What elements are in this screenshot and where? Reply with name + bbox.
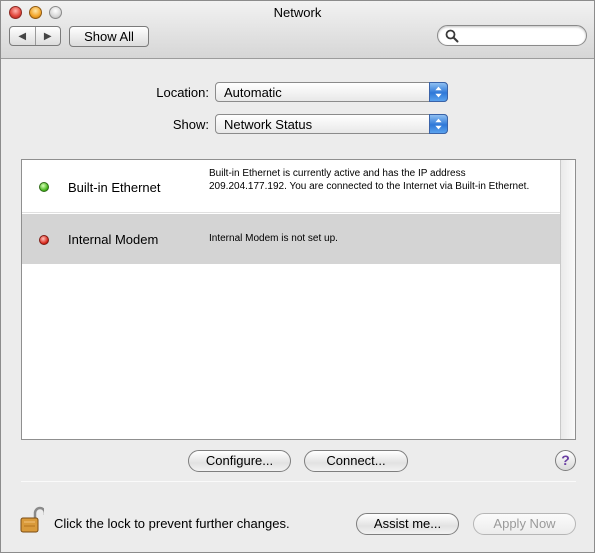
location-popup[interactable]: Automatic xyxy=(215,82,448,102)
status-active-icon xyxy=(39,182,49,192)
lock-message: Click the lock to prevent further change… xyxy=(54,516,290,531)
service-name: Built-in Ethernet xyxy=(68,180,161,195)
back-button[interactable]: ◀ xyxy=(10,27,35,45)
chevron-right-icon: ▶ xyxy=(43,30,52,42)
window-title: Network xyxy=(273,5,322,20)
status-inactive-icon xyxy=(39,235,49,245)
divider xyxy=(21,481,576,482)
network-preferences-window: Network ◀ ▶ Show All Location: Automatic xyxy=(0,0,595,553)
vertical-scrollbar[interactable] xyxy=(560,160,575,439)
chevron-left-icon: ◀ xyxy=(18,30,27,42)
configure-button[interactable]: Configure... xyxy=(188,450,291,472)
title-toolbar: Network ◀ ▶ Show All xyxy=(1,1,594,59)
show-all-button[interactable]: Show All xyxy=(69,26,149,47)
search-icon xyxy=(445,29,459,43)
help-button[interactable]: ? xyxy=(555,450,576,471)
service-description: Built-in Ethernet is currently active an… xyxy=(209,168,530,192)
chevron-updown-icon xyxy=(429,114,448,134)
list-item[interactable]: Built-in Ethernet Built-in Ethernet is c… xyxy=(22,160,561,213)
search-input[interactable] xyxy=(462,28,580,43)
show-value: Network Status xyxy=(224,117,313,132)
show-popup[interactable]: Network Status xyxy=(215,114,448,134)
show-label: Show: xyxy=(172,117,209,132)
service-description: Internal Modem is not set up. xyxy=(209,233,338,244)
apply-now-button[interactable]: Apply Now xyxy=(473,513,576,535)
location-label: Location: xyxy=(156,85,209,100)
forward-button[interactable]: ▶ xyxy=(34,27,61,45)
location-value: Automatic xyxy=(224,85,282,100)
network-status-list: Built-in Ethernet Built-in Ethernet is c… xyxy=(21,159,576,440)
chevron-updown-icon xyxy=(429,82,448,102)
back-forward-group: ◀ ▶ xyxy=(9,26,61,46)
service-name: Internal Modem xyxy=(68,232,159,247)
lock-icon[interactable] xyxy=(20,506,44,534)
connect-button[interactable]: Connect... xyxy=(304,450,408,472)
assist-me-button[interactable]: Assist me... xyxy=(356,513,459,535)
list-item[interactable]: Internal Modem Internal Modem is not set… xyxy=(22,214,561,264)
search-field[interactable] xyxy=(437,25,587,46)
